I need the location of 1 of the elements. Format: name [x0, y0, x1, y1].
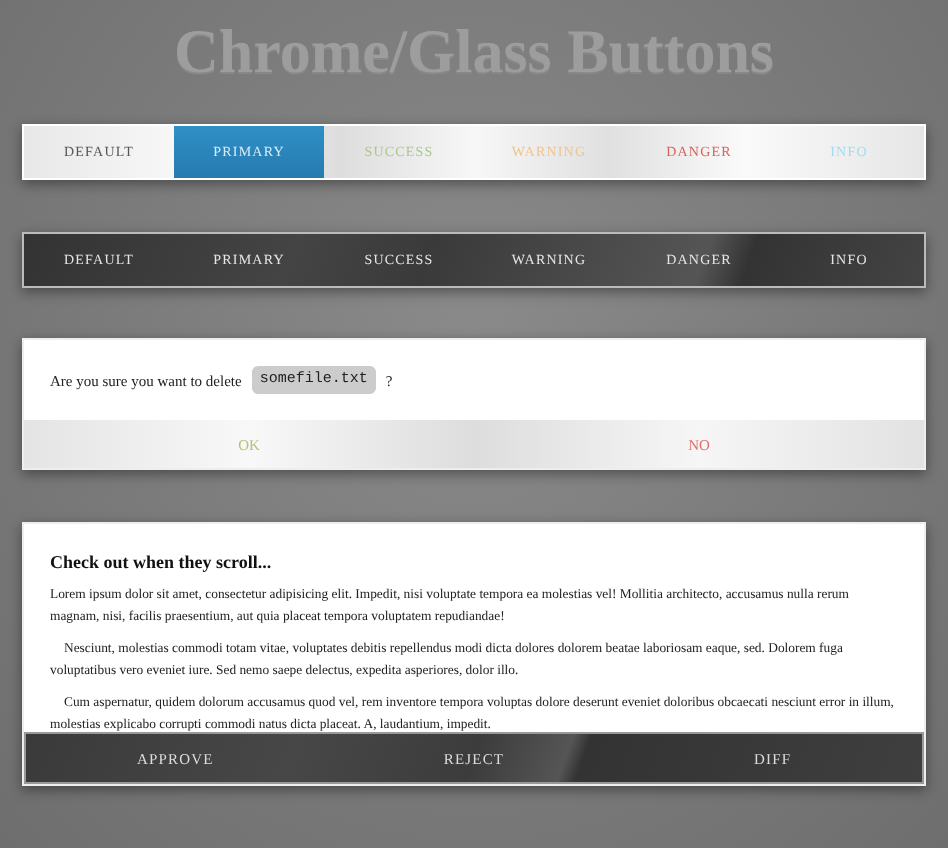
- card-heading: Check out when they scroll...: [50, 552, 274, 572]
